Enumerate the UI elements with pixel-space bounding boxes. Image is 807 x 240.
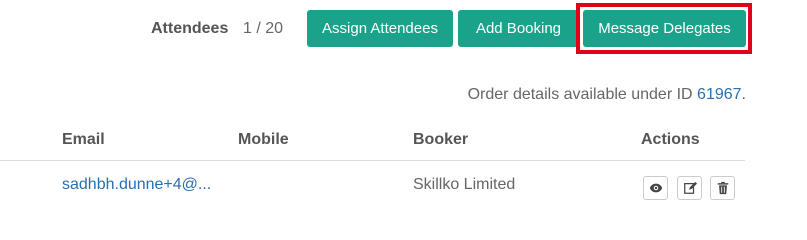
attendee-booker: Skillko Limited [413,176,516,193]
edit-button[interactable] [677,176,702,200]
order-details-text: Order details available under ID 61967. [468,86,746,104]
attendees-toolbar: Attendees 1 / 20 Assign Attendees Add Bo… [0,10,807,47]
attendees-label: Attendees [151,20,229,37]
column-header-mobile: Mobile [238,131,289,148]
message-delegates-button[interactable]: Message Delegates [583,10,746,47]
attendees-count: 1 / 20 [243,20,284,37]
edit-icon [683,181,697,195]
order-id-link[interactable]: 61967 [697,86,742,103]
eye-icon [649,181,663,195]
assign-attendees-button[interactable]: Assign Attendees [307,10,453,47]
order-details-suffix: . [741,86,746,103]
view-button[interactable] [643,176,668,200]
order-details-prefix: Order details available under ID [467,86,698,103]
add-booking-button[interactable]: Add Booking [458,10,579,47]
trash-icon [716,181,730,195]
column-header-booker: Booker [413,131,469,148]
column-header-email: Email [62,131,105,148]
attendee-email-link[interactable]: sadhbh.dunne+4@... [62,176,211,194]
table-header-divider [0,160,745,161]
column-header-actions: Actions [641,131,700,148]
delete-button[interactable] [710,176,735,200]
